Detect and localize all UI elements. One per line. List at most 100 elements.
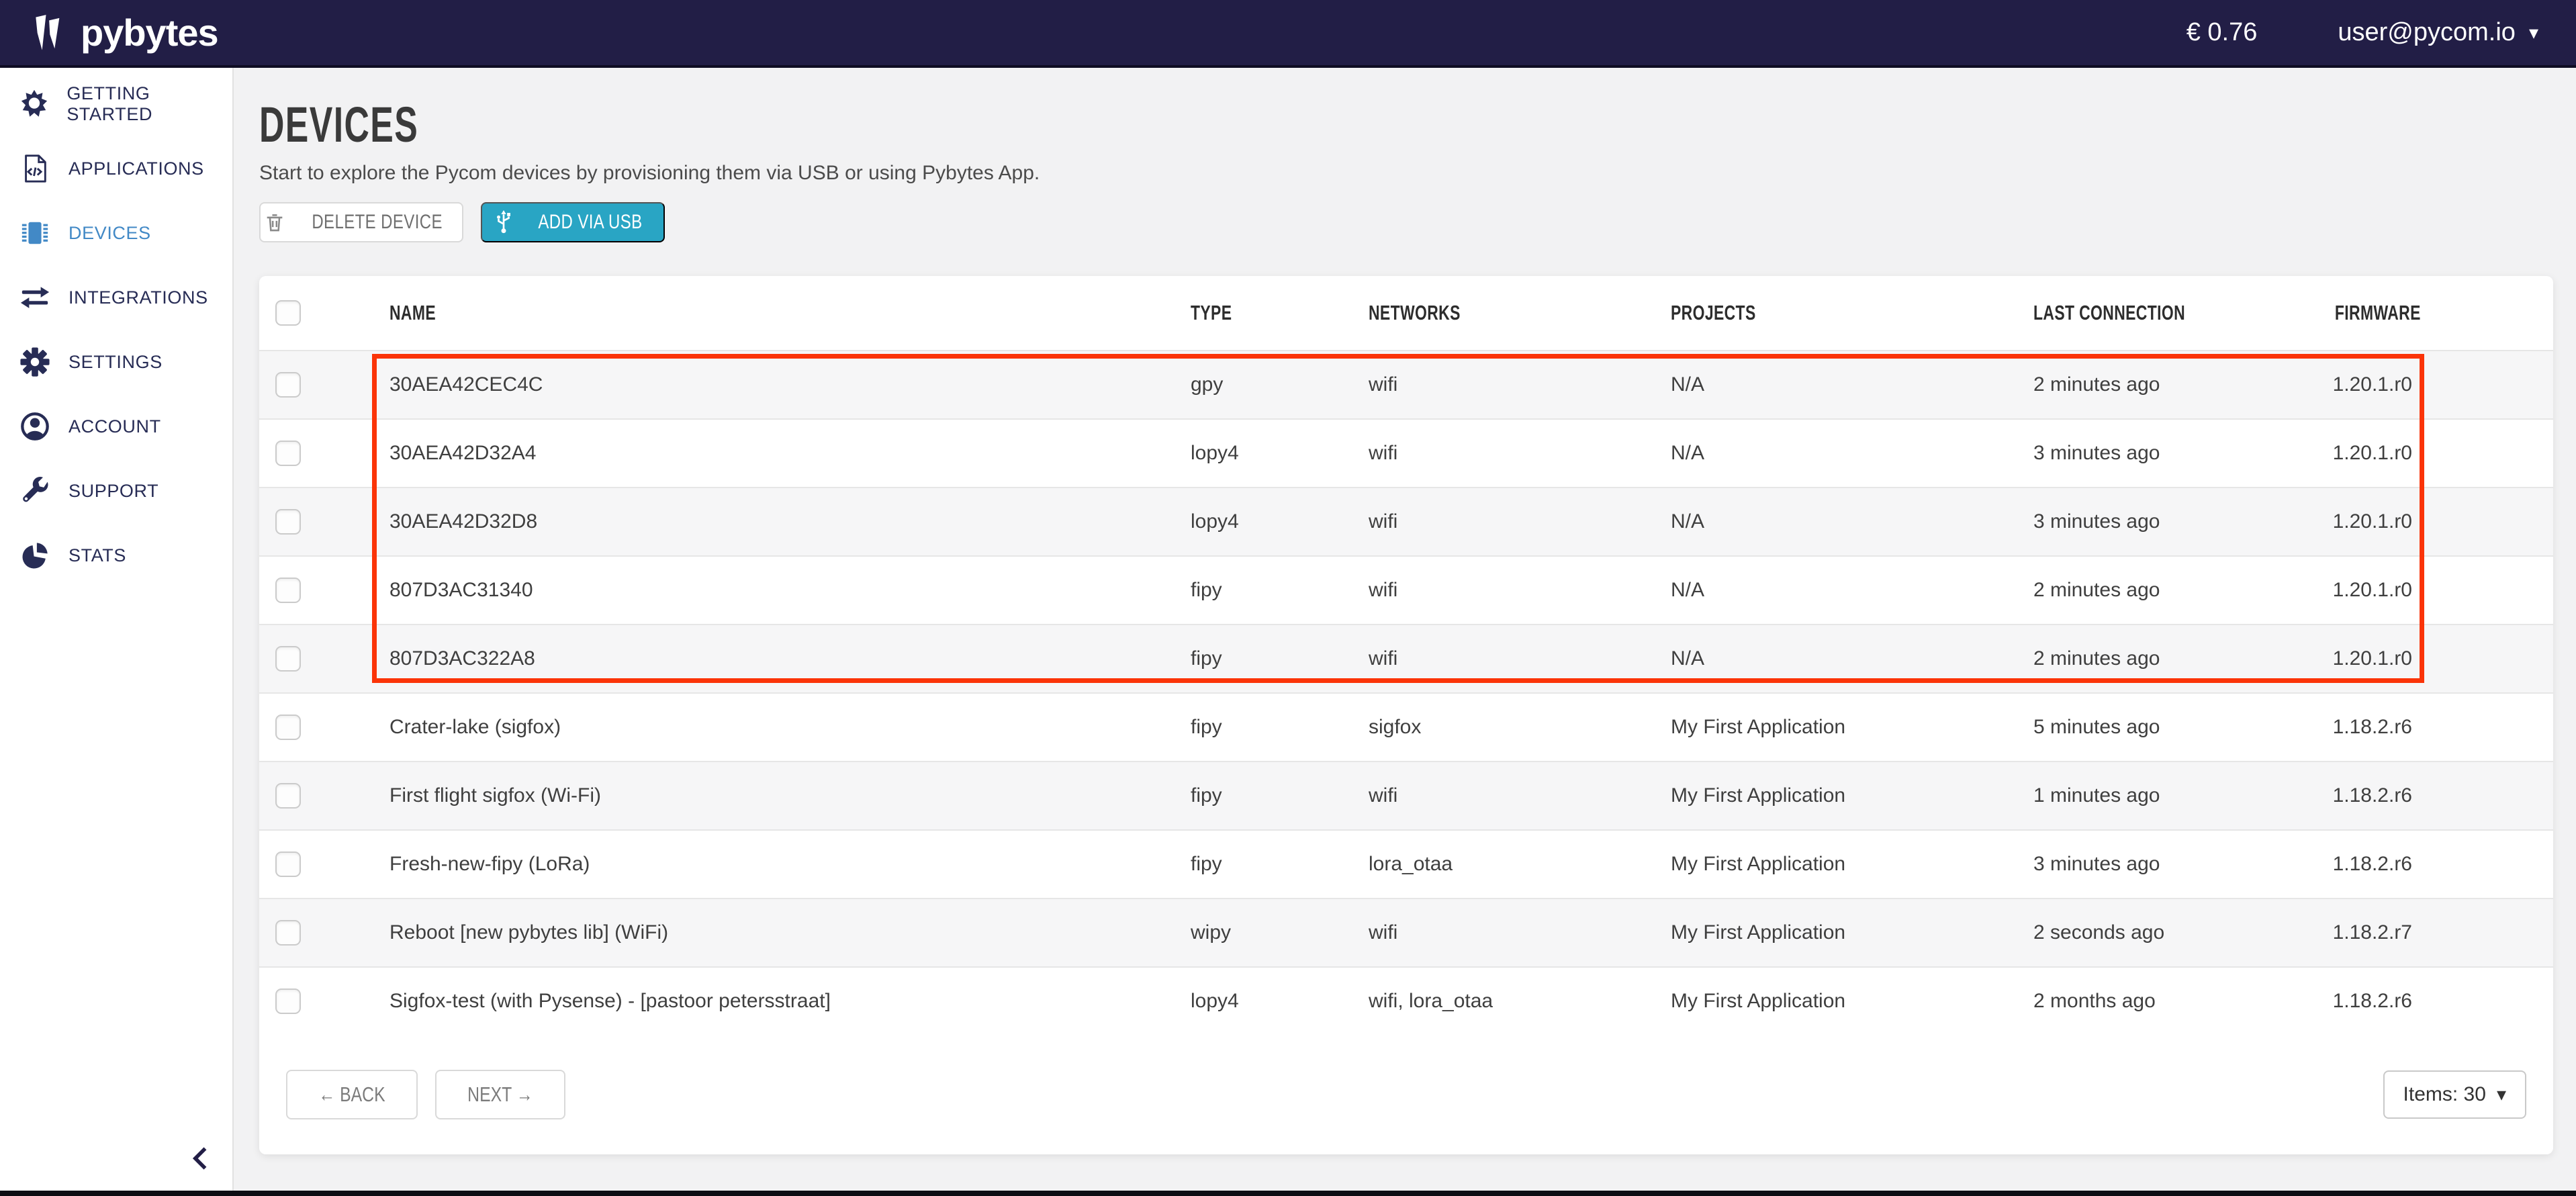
table-row[interactable]: 807D3AC31340fipywifiN/A2 minutes ago1.20…: [259, 555, 2553, 624]
delete-device-button[interactable]: DELETE DEVICE: [259, 202, 463, 242]
user-menu[interactable]: user@pycom.io ▾: [2338, 18, 2538, 47]
device-name: Reboot [new pybytes lib] (WiFi): [372, 921, 1173, 944]
device-firmware: 1.20.1.r0: [2305, 373, 2553, 396]
sidebar-item-label: ACCOUNT: [68, 416, 161, 437]
sidebar-item-label: GETTING STARTED: [66, 83, 232, 125]
table-row[interactable]: 30AEA42D32A4lopy4wifiN/A3 minutes ago1.2…: [259, 418, 2553, 487]
chevron-down-icon: ▾: [2529, 24, 2538, 42]
device-networks: wifi, lora_otaa: [1351, 990, 1653, 1013]
chevron-down-icon: ▾: [2497, 1085, 2506, 1104]
device-projects: My First Application: [1653, 853, 2016, 876]
chip-icon: [17, 218, 52, 248]
table-row[interactable]: Reboot [new pybytes lib] (WiFi)wipywifiM…: [259, 898, 2553, 966]
device-projects: N/A: [1653, 510, 2016, 533]
device-name: First flight sigfox (Wi-Fi): [372, 784, 1173, 807]
table-row[interactable]: 807D3AC322A8fipywifiN/A2 minutes ago1.20…: [259, 624, 2553, 692]
add-via-usb-button[interactable]: ADD VIA USB: [481, 202, 665, 242]
device-networks: wifi: [1351, 510, 1653, 533]
row-checkbox-cell: [259, 646, 372, 672]
items-per-page-dropdown[interactable]: Items: 30 ▾: [2383, 1070, 2526, 1119]
device-type: fipy: [1173, 716, 1351, 739]
row-checkbox-cell: [259, 920, 372, 946]
table-row[interactable]: Crater-lake (sigfox)fipysigfoxMy First A…: [259, 692, 2553, 761]
sun-icon: [17, 89, 50, 120]
sidebar-item-integrations[interactable]: INTEGRATIONS: [0, 265, 232, 330]
row-checkbox[interactable]: [275, 441, 301, 466]
device-networks: lora_otaa: [1351, 853, 1653, 876]
sidebar-item-account[interactable]: ACCOUNT: [0, 394, 232, 459]
add-via-usb-label: ADD VIA USB: [538, 211, 642, 234]
device-last-connection: 3 minutes ago: [2016, 853, 2305, 876]
table-header-row: NAMETYPENETWORKSPROJECTSLAST CONNECTIONF…: [259, 276, 2553, 350]
table-row[interactable]: Fresh-new-fipy (LoRa)fipylora_otaaMy Fir…: [259, 829, 2553, 898]
gear-icon: [17, 347, 52, 377]
sidebar-item-getting-started[interactable]: GETTING STARTED: [0, 72, 232, 136]
sidebar-item-label: SETTINGS: [68, 352, 163, 373]
sidebar-item-stats[interactable]: STATS: [0, 523, 232, 588]
device-firmware: 1.18.2.r6: [2305, 784, 2553, 807]
select-all-checkbox[interactable]: [275, 300, 301, 326]
row-checkbox-cell: [259, 441, 372, 466]
device-name: 30AEA42D32A4: [372, 442, 1173, 465]
sidebar-item-devices[interactable]: DEVICES: [0, 201, 232, 265]
row-checkbox[interactable]: [275, 372, 301, 398]
device-projects: N/A: [1653, 373, 2016, 396]
device-type: lopy4: [1173, 510, 1351, 533]
row-checkbox[interactable]: [275, 715, 301, 740]
device-firmware: 1.18.2.r6: [2305, 716, 2553, 739]
sidebar-item-applications[interactable]: APPLICATIONS: [0, 136, 232, 201]
sidebar-item-label: DEVICES: [68, 223, 151, 244]
device-last-connection: 3 minutes ago: [2016, 510, 2305, 533]
device-name: 30AEA42D32D8: [372, 510, 1173, 533]
row-checkbox[interactable]: [275, 783, 301, 809]
back-button[interactable]: ← BACK: [286, 1070, 418, 1119]
device-type: gpy: [1173, 373, 1351, 396]
device-projects: My First Application: [1653, 784, 2016, 807]
device-projects: My First Application: [1653, 716, 2016, 739]
sidebar-item-settings[interactable]: SETTINGS: [0, 330, 232, 394]
sidebar-item-support[interactable]: SUPPORT: [0, 459, 232, 523]
pybytes-logo[interactable]: pybytes: [27, 11, 218, 54]
row-checkbox-cell: [259, 509, 372, 535]
sidebar-nav: GETTING STARTED APPLICATIONS DEVICES INTEGR…: [0, 68, 232, 588]
sidebar: GETTING STARTED APPLICATIONS DEVICES INTEGR…: [0, 68, 234, 1191]
row-checkbox-cell: [259, 715, 372, 740]
delete-device-label: DELETE DEVICE: [312, 211, 443, 234]
next-button[interactable]: NEXT →: [435, 1070, 565, 1119]
device-networks: wifi: [1351, 442, 1653, 465]
column-header-firmware: FIRMWARE: [2305, 301, 2553, 325]
page-title: DEVICES: [259, 96, 418, 153]
user-icon: [17, 411, 52, 442]
device-last-connection: 2 seconds ago: [2016, 921, 2305, 944]
sidebar-collapse-button[interactable]: [187, 1144, 216, 1173]
row-checkbox-cell: [259, 578, 372, 603]
device-projects: My First Application: [1653, 990, 2016, 1013]
pycom-logo-icon: [27, 14, 70, 52]
table-row[interactable]: 30AEA42D32D8lopy4wifiN/A3 minutes ago1.2…: [259, 487, 2553, 555]
device-last-connection: 2 months ago: [2016, 990, 2305, 1013]
device-networks: wifi: [1351, 373, 1653, 396]
pagination-bar: ← BACK NEXT → Items: 30 ▾: [259, 1035, 2553, 1154]
pie-chart-icon: [17, 540, 52, 571]
device-firmware: 1.20.1.r0: [2305, 510, 2553, 533]
row-checkbox[interactable]: [275, 920, 301, 946]
device-networks: wifi: [1351, 784, 1653, 807]
sidebar-item-label: APPLICATIONS: [68, 158, 204, 179]
device-projects: N/A: [1653, 442, 2016, 465]
row-checkbox[interactable]: [275, 509, 301, 535]
row-checkbox-cell: [259, 988, 372, 1014]
row-checkbox-cell: [259, 372, 372, 398]
table-row[interactable]: First flight sigfox (Wi-Fi)fipywifiMy Fi…: [259, 761, 2553, 829]
table-row[interactable]: Sigfox-test (with Pysense) - [pastoor pe…: [259, 966, 2553, 1035]
row-checkbox[interactable]: [275, 646, 301, 672]
row-checkbox[interactable]: [275, 988, 301, 1014]
row-checkbox-cell: [259, 852, 372, 877]
device-name: Fresh-new-fipy (LoRa): [372, 853, 1173, 876]
table-row[interactable]: 30AEA42CEC4CgpywifiN/A2 minutes ago1.20.…: [259, 350, 2553, 418]
row-checkbox[interactable]: [275, 578, 301, 603]
main-content: DEVICES Start to explore the Pycom devic…: [235, 68, 2576, 1191]
device-networks: wifi: [1351, 647, 1653, 670]
back-label: ← BACK: [318, 1083, 385, 1107]
device-type: fipy: [1173, 579, 1351, 602]
row-checkbox[interactable]: [275, 852, 301, 877]
